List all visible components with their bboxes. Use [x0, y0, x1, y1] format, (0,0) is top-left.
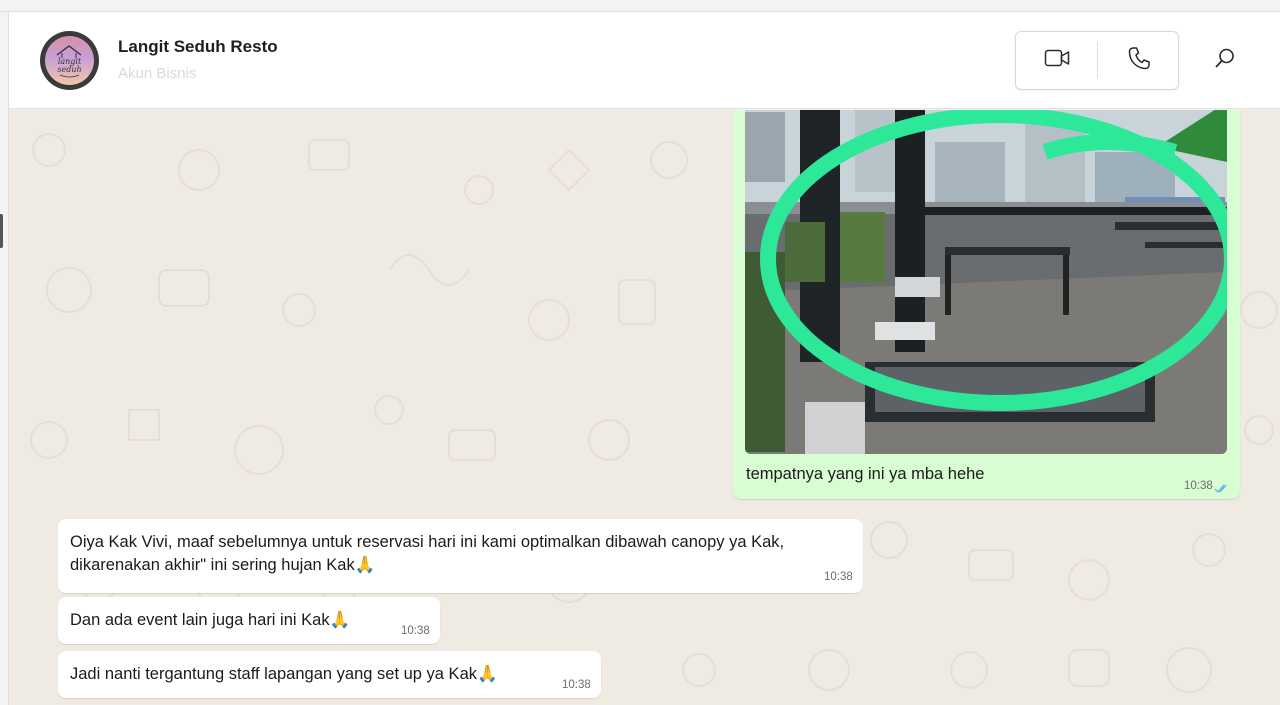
- window-top-strip: [0, 0, 1280, 12]
- read-receipt-icon: [1214, 481, 1230, 499]
- contact-avatar[interactable]: langit seduh: [40, 31, 99, 90]
- outgoing-timestamp: 10:38: [1184, 480, 1213, 492]
- voice-call-button[interactable]: [1098, 32, 1180, 89]
- message-text: Dan ada event lain juga hari ini Kak🙏: [70, 611, 351, 629]
- incoming-message[interactable]: Dan ada event lain juga hari ini Kak🙏 10…: [58, 597, 440, 644]
- video-call-button[interactable]: [1016, 32, 1098, 89]
- message-text-line: Oiya Kak Vivi, maaf sebelumnya untuk res…: [70, 533, 785, 551]
- contact-name[interactable]: Langit Seduh Resto: [118, 37, 278, 57]
- contact-subtitle: Akun Bisnis: [118, 65, 197, 82]
- message-timestamp: 10:38: [824, 571, 853, 583]
- left-rail: [0, 12, 9, 705]
- message-timestamp: 10:38: [401, 625, 430, 637]
- outgoing-caption: tempatnya yang ini ya mba hehe: [746, 465, 985, 483]
- message-photo[interactable]: [745, 110, 1227, 454]
- rail-handle[interactable]: [0, 214, 3, 248]
- message-timestamp: 10:38: [562, 679, 591, 691]
- video-call-icon: [1044, 48, 1070, 73]
- search-icon: [1214, 47, 1236, 74]
- chat-header: langit seduh Langit Seduh Resto Akun Bis…: [9, 12, 1280, 109]
- avatar-logo-text-2: seduh: [57, 65, 81, 74]
- incoming-message[interactable]: Jadi nanti tergantung staff lapangan yan…: [58, 651, 601, 698]
- voice-call-icon: [1128, 46, 1150, 75]
- outgoing-message-image[interactable]: tempatnya yang ini ya mba hehe 10:38: [733, 110, 1240, 499]
- incoming-message[interactable]: Oiya Kak Vivi, maaf sebelumnya untuk res…: [58, 519, 863, 593]
- message-list[interactable]: tempatnya yang ini ya mba hehe 10:38 Oiy…: [9, 110, 1280, 705]
- message-text-line: dikarenakan akhir" ini sering hujan Kak🙏: [70, 556, 376, 574]
- call-button-group: [1015, 31, 1179, 90]
- message-text: Jadi nanti tergantung staff lapangan yan…: [70, 665, 498, 683]
- search-button[interactable]: [1207, 42, 1243, 78]
